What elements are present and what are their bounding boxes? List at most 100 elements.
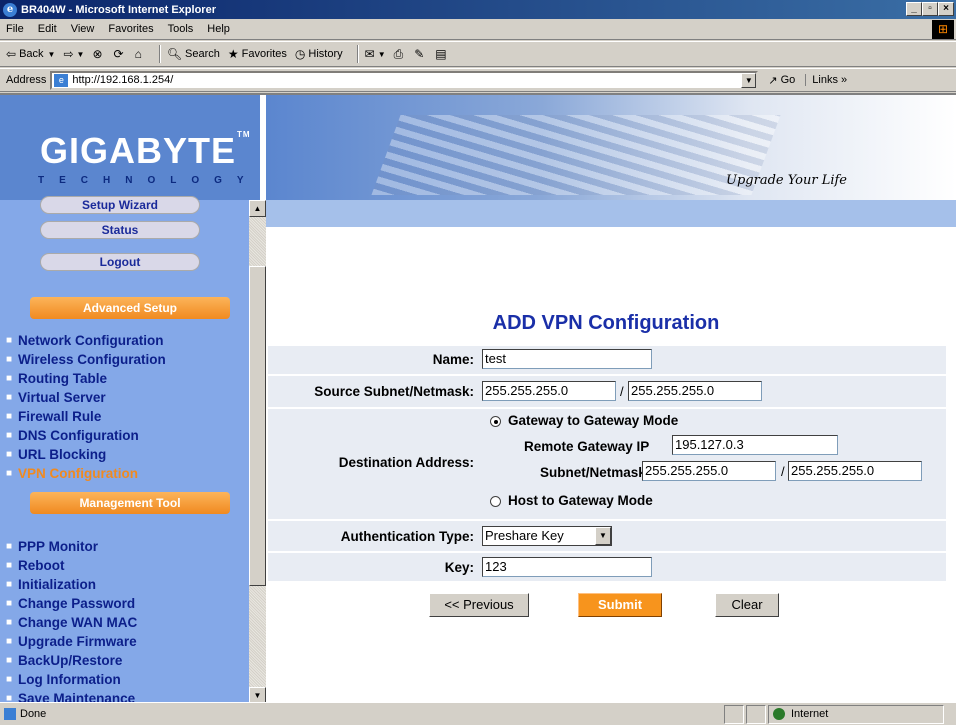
history-button[interactable]: ◷ History [295,47,343,61]
status-zone: Internet [768,704,944,724]
setup-wizard-button[interactable]: Setup Wizard [40,196,200,214]
destination-row: Destination Address: Gateway to Gateway … [268,407,946,519]
search-icon: 🔍︎ [166,47,183,61]
print-button[interactable]: ⎙ [394,47,407,62]
nav-dns-configuration[interactable]: ■ DNS Configuration [0,426,249,445]
bullet-icon: ■ [6,430,13,441]
key-input[interactable]: 123 [482,557,652,577]
blue-strip [266,200,956,227]
page-icon: e [54,73,69,87]
window-titlebar: e BR404W - Microsoft Internet Explorer _… [0,0,956,19]
address-dropdown-button[interactable]: ▼ [741,72,757,88]
nav-routing-table[interactable]: ■ Routing Table [0,369,249,388]
status-cell [724,704,744,724]
dest-subnet-input[interactable]: 255.255.255.0 [642,461,776,481]
scroll-thumb[interactable] [249,266,266,586]
bullet-icon: ■ [6,579,13,590]
home-icon: ⌂ [134,47,142,61]
edit-icon: ✎ [414,47,425,61]
bullet-icon: ■ [6,468,13,479]
header-banner: Upgrade Your Life [266,95,956,200]
links-button[interactable]: Links » [805,74,847,86]
sidebar-scrollbar[interactable]: ▲ ▼ [249,200,266,702]
name-row: Name: test [268,344,946,374]
discuss-icon: ▤ [435,47,447,61]
nav-network-configuration[interactable]: ■ Network Configuration [0,331,249,350]
nav-log-information[interactable]: ■ Log Information [0,670,249,689]
submit-button[interactable]: Submit [578,593,662,617]
previous-button[interactable]: << Previous [429,593,529,617]
status-bar: Done Internet [0,702,956,725]
clear-button[interactable]: Clear [715,593,779,617]
remote-gateway-input[interactable]: 195.127.0.3 [672,435,838,455]
name-input[interactable]: test [482,349,652,369]
management-nav: ■ PPP Monitor ■ Reboot ■ Initialization ■ Ch… [0,537,249,702]
stop-icon: ⊗ [92,47,103,61]
status-done: Done [0,705,722,724]
mail-button[interactable]: ✉ ▼ [365,47,386,61]
page-icon [4,708,16,720]
scroll-up-button[interactable]: ▲ [249,200,266,217]
home-button[interactable]: ⌂ [135,47,145,61]
nav-change-password[interactable]: ■ Change Password [0,594,249,613]
close-button[interactable]: × [938,2,954,16]
stop-button[interactable]: ⊗ [92,47,105,61]
window-title: BR404W - Microsoft Internet Explorer [21,3,216,16]
search-button[interactable]: 🔍︎ Search [167,47,220,61]
nav-firewall-rule[interactable]: ■ Firewall Rule [0,407,249,426]
source-subnet-input[interactable]: 255.255.255.0 [482,381,616,401]
nav-ppp-monitor[interactable]: ■ PPP Monitor [0,537,249,556]
nav-save-maintenance[interactable]: ■ Save Maintenance [0,689,249,702]
menu-favorites[interactable]: Favorites [108,23,153,35]
nav-vpn-configuration[interactable]: ■ VPN Configuration [0,464,249,483]
menu-help[interactable]: Help [207,23,230,35]
auth-row: Authentication Type: Preshare Key ▼ [268,519,946,551]
menu-file[interactable]: File [6,23,24,35]
scroll-down-button[interactable]: ▼ [249,687,266,702]
dropdown-arrow-icon[interactable]: ▼ [595,527,611,545]
refresh-button[interactable]: ⟳ [114,47,127,61]
toolbar-separator [356,45,359,63]
maximize-button[interactable]: ▫ [922,2,938,16]
ie-icon: e [3,2,17,17]
menu-edit[interactable]: Edit [38,23,57,35]
nav-virtual-server[interactable]: ■ Virtual Server [0,388,249,407]
status-cell [746,704,766,724]
mail-icon: ✉ [364,47,375,61]
go-button[interactable]: ↗ Go [768,74,795,87]
menu-view[interactable]: View [71,23,95,35]
gateway-mode-radio[interactable] [490,416,501,427]
nav-url-blocking[interactable]: ■ URL Blocking [0,445,249,464]
advanced-nav: ■ Network Configuration ■ Wireless Configu… [0,331,249,483]
address-input[interactable]: e http://192.168.1.254/ ▼ [50,70,759,90]
host-mode-label: Host to Gateway Mode [508,493,653,508]
status-button[interactable]: Status [40,221,200,239]
source-label: Source Subnet/Netmask: [314,384,474,399]
back-button[interactable]: ⇦ Back ▼ [6,47,55,61]
minimize-button[interactable]: _ [906,2,922,16]
nav-upgrade-firmware[interactable]: ■ Upgrade Firmware [0,632,249,651]
bullet-icon: ■ [6,449,13,460]
nav-wireless-configuration[interactable]: ■ Wireless Configuration [0,350,249,369]
menu-tools[interactable]: Tools [168,23,194,35]
logout-button[interactable]: Logout [40,253,200,271]
bullet-icon: ■ [6,411,13,422]
auth-type-select[interactable]: Preshare Key ▼ [482,526,612,546]
source-netmask-input[interactable]: 255.255.255.0 [628,381,762,401]
host-mode-radio[interactable] [490,496,501,507]
logo-area: GIGABYTETM TECHNOLOGY [0,95,260,200]
sidebar: Setup Wizard Status Logout Advanced Setu… [0,196,249,702]
menu-bar: File Edit View Favorites Tools Help [0,19,956,40]
refresh-icon: ⟳ [113,47,124,61]
address-url: http://192.168.1.254/ [72,74,174,86]
nav-reboot[interactable]: ■ Reboot [0,556,249,575]
nav-initialization[interactable]: ■ Initialization [0,575,249,594]
name-label: Name: [432,352,474,367]
nav-backup-restore[interactable]: ■ BackUp/Restore [0,651,249,670]
edit-button[interactable]: ✎ [414,47,427,61]
forward-button[interactable]: ⇨ ▼ [63,47,84,61]
favorites-button[interactable]: ★ Favorites [228,47,287,61]
discuss-button[interactable]: ▤ [435,47,449,61]
nav-change-wan-mac[interactable]: ■ Change WAN MAC [0,613,249,632]
dest-netmask-input[interactable]: 255.255.255.0 [788,461,922,481]
